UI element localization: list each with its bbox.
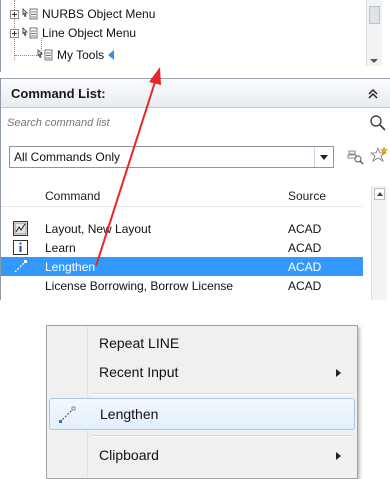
expand-plus-icon[interactable] (10, 9, 19, 19)
filter-row: All Commands Only (1, 142, 390, 172)
scroll-down-arrow-icon[interactable] (370, 59, 378, 63)
column-header-command[interactable]: Command (45, 189, 100, 203)
menu-item-label: Clipboard (99, 447, 159, 463)
lengthen-icon (59, 406, 76, 423)
customization-tree-panel: NURBS Object Menu Line Object Menu My To… (0, 0, 390, 72)
tree-item-label: Line Object Menu (42, 26, 137, 40)
row-command-name: Lengthen (45, 260, 96, 274)
command-grid-scrollbar[interactable] (371, 186, 387, 300)
find-command-icon[interactable] (346, 148, 364, 166)
menu-item-clipboard[interactable]: Clipboard (49, 440, 355, 472)
context-menu: Repeat LINE Recent Input Lengthen Clipbo… (46, 325, 358, 479)
tree-scrollbar[interactable] (366, 0, 382, 66)
command-grid-header: Command Source (1, 186, 363, 207)
drop-target-indicator-icon (108, 50, 115, 60)
command-filter-dropdown[interactable]: All Commands Only (9, 146, 334, 168)
menu-item-recent-input[interactable]: Recent Input (49, 357, 355, 389)
row-command-name: Learn (45, 241, 76, 255)
menu-separator (91, 393, 353, 395)
row-command-name: License Borrowing, Borrow License (45, 279, 234, 293)
tree-item-label: My Tools (57, 48, 105, 62)
menu-item-label: Recent Input (99, 364, 179, 380)
command-list-header: Command List: (1, 78, 390, 108)
menu-item-repeat-line[interactable]: Repeat LINE (49, 328, 355, 360)
tree-item-line-object-menu[interactable]: Line Object Menu (10, 24, 136, 42)
search-command-input[interactable] (1, 112, 361, 134)
tree-item-my-tools[interactable]: My Tools (37, 46, 115, 64)
menu-separator (91, 435, 353, 437)
lengthen-icon (14, 260, 27, 273)
dropdown-button[interactable] (314, 147, 333, 167)
table-row[interactable]: Learn ACAD (1, 238, 363, 257)
dropdown-selected-value: All Commands Only (14, 150, 121, 164)
search-icon[interactable] (369, 114, 387, 132)
search-row (1, 110, 390, 138)
submenu-arrow-icon (336, 452, 341, 460)
table-row[interactable]: License Borrowing, Borrow License ACAD (1, 276, 363, 295)
chevron-down-icon (320, 154, 328, 160)
submenu-arrow-icon (336, 369, 341, 377)
collapse-chevron-icon[interactable] (367, 88, 379, 100)
row-command-name: Layout, New Layout (45, 222, 152, 236)
row-source: ACAD (288, 279, 322, 293)
menu-item-lengthen[interactable]: Lengthen (49, 398, 355, 430)
column-header-source[interactable]: Source (288, 189, 326, 203)
command-list-panel: Command List: All Commands Only (0, 78, 390, 300)
menu-item-label: Repeat LINE (99, 335, 180, 351)
shortcut-menu-icon (37, 49, 53, 61)
shortcut-menu-icon (22, 27, 38, 39)
layout-icon (13, 221, 28, 236)
row-source: ACAD (288, 241, 322, 255)
shortcut-menu-icon (22, 8, 38, 20)
table-row[interactable]: Layout, New Layout ACAD (1, 219, 363, 238)
scrollbar-thumb[interactable] (369, 6, 380, 24)
expand-plus-icon[interactable] (10, 28, 19, 38)
row-source: ACAD (288, 222, 322, 236)
table-row-selected[interactable]: Lengthen ACAD (1, 257, 363, 276)
row-source: ACAD (288, 260, 322, 274)
info-icon (13, 240, 28, 255)
command-list-title: Command List: (11, 86, 106, 101)
scroll-up-arrow-icon[interactable] (374, 188, 385, 200)
menu-item-label: Lengthen (100, 406, 159, 422)
create-new-command-icon[interactable] (369, 146, 389, 166)
tree-item-nurbs-object-menu[interactable]: NURBS Object Menu (10, 5, 155, 23)
tree-item-label: NURBS Object Menu (42, 7, 156, 21)
tree-guide-line (15, 55, 37, 56)
